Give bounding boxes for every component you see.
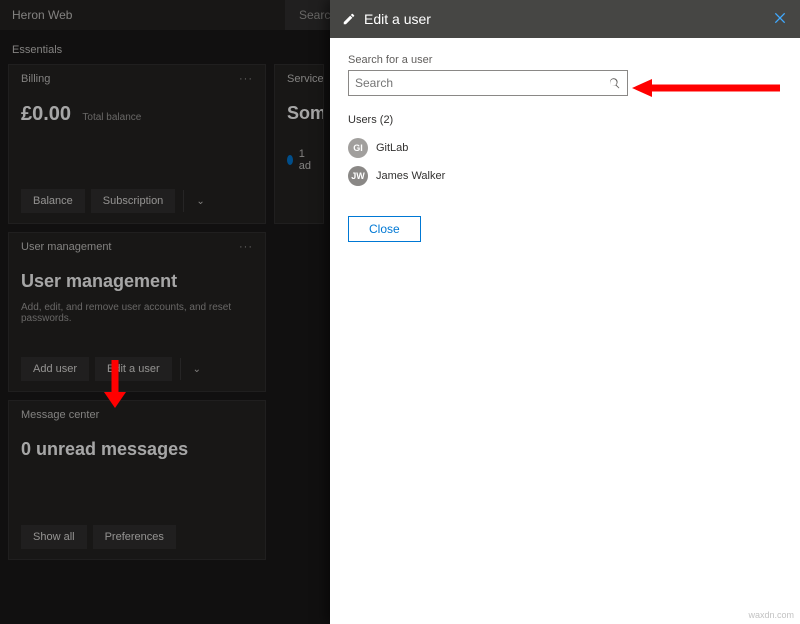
panel-title: Edit a user <box>364 11 431 27</box>
edit-user-button[interactable]: Edit a user <box>95 357 172 381</box>
chevron-down-icon[interactable]: ⌄ <box>189 364 205 375</box>
avatar: GI <box>348 138 368 158</box>
subscription-button[interactable]: Subscription <box>91 189 176 213</box>
preferences-button[interactable]: Preferences <box>93 525 176 549</box>
user-row[interactable]: JW James Walker <box>348 162 782 190</box>
pencil-icon <box>342 12 356 26</box>
user-name: James Walker <box>376 170 445 182</box>
status-dot-icon <box>287 155 293 165</box>
close-button[interactable]: Close <box>348 216 421 242</box>
usermgmt-card: User management ··· User management Add,… <box>8 232 266 392</box>
panel-header: Edit a user <box>330 0 800 38</box>
service-header: Service health <box>287 73 324 85</box>
msgcenter-header: Message center <box>21 409 99 421</box>
msgcenter-card: Message center 0 unread messages Show al… <box>8 400 266 560</box>
add-user-button[interactable]: Add user <box>21 357 89 381</box>
separator <box>183 190 184 212</box>
search-icon <box>608 77 621 90</box>
usermgmt-desc: Add, edit, and remove user accounts, and… <box>21 302 253 324</box>
show-all-button[interactable]: Show all <box>21 525 87 549</box>
separator <box>180 358 181 380</box>
user-name: GitLab <box>376 142 408 154</box>
search-user-label: Search for a user <box>348 54 782 66</box>
search-user-box[interactable] <box>348 70 628 96</box>
msgcenter-title: 0 unread messages <box>21 439 253 460</box>
user-row[interactable]: GI GitLab <box>348 134 782 162</box>
avatar: JW <box>348 166 368 186</box>
usermgmt-header: User management <box>21 241 112 253</box>
service-line: 1 ad <box>299 148 311 172</box>
app-title: Heron Web <box>12 8 72 22</box>
close-icon <box>772 10 788 26</box>
usermgmt-title: User management <box>21 271 253 292</box>
panel-close-button[interactable] <box>772 10 788 29</box>
edit-user-panel: Edit a user Search for a user Users (2) … <box>330 0 800 624</box>
service-title: Some <box>287 103 311 124</box>
card-menu-icon[interactable]: ··· <box>239 241 253 253</box>
balance-button[interactable]: Balance <box>21 189 85 213</box>
billing-card: Billing ··· £0.00 Total balance Balance … <box>8 64 266 224</box>
card-menu-icon[interactable]: ··· <box>239 73 253 85</box>
users-header: Users (2) <box>348 114 782 126</box>
search-user-input[interactable] <box>355 76 608 90</box>
billing-sub: Total balance <box>82 112 141 123</box>
billing-amount: £0.00 <box>21 103 71 125</box>
watermark: waxdn.com <box>748 610 794 620</box>
billing-header: Billing <box>21 73 50 85</box>
service-card: Service health Some 1 ad <box>274 64 324 224</box>
chevron-down-icon[interactable]: ⌄ <box>192 196 208 207</box>
